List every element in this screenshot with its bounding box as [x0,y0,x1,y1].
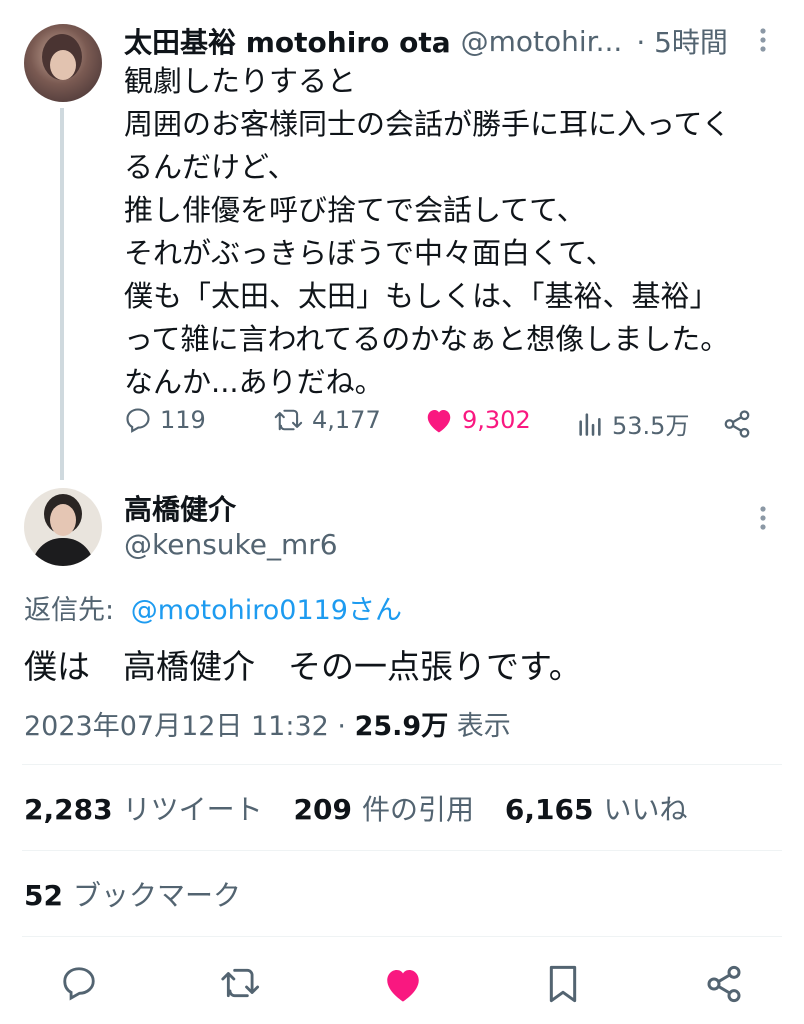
reply-to: 返信先: @motohiro0119さん [24,588,402,627]
views-count: 53.5万 [612,412,690,440]
thread-line [60,108,64,480]
retweets-stat[interactable]: 2,283 リツイート [24,793,263,826]
more-icon[interactable] [756,504,770,534]
avatar-kensuke[interactable] [24,488,102,566]
likes-stat[interactable]: 6,165 いいね [505,793,688,826]
reply-icon [63,967,95,1001]
tweet-meta: 2023年07月12日 11:32 · 25.9万 表示 [24,704,511,743]
reply-button[interactable]: 119 [124,406,206,434]
bookmarks-stat[interactable]: 52 ブックマーク [24,874,241,914]
tweet2-text: 僕は 高橋健介 その一点張りです。 [24,647,582,686]
quotes-stat[interactable]: 209 件の引用 [294,793,474,826]
share-button[interactable] [704,964,744,1008]
views-icon [579,412,601,436]
reply-to-label: 返信先: [24,595,115,626]
like-button[interactable] [382,964,424,1008]
retweet-icon [274,409,303,431]
like-count: 9,302 [462,406,531,434]
more-icon[interactable] [756,26,770,56]
share-icon[interactable] [722,409,752,443]
user-handle[interactable]: @kensuke_mr6 [124,528,338,561]
views-label: 表示 [448,711,511,742]
tweet-time[interactable]: · 5時間 [636,21,728,61]
reply-count: 119 [160,406,206,434]
retweet-count: 4,177 [312,406,381,434]
heart-icon [387,970,419,1002]
avatar-motohiro[interactable] [24,24,102,102]
timestamp[interactable]: 2023年07月12日 11:32 · [24,711,355,742]
reply-button[interactable] [60,964,98,1006]
bookmark-button[interactable] [546,964,580,1008]
views-button[interactable]: 53.5万 [576,406,689,441]
retweet-icon [221,968,260,998]
reply-icon [126,408,150,433]
stats-row: 2,283 リツイート 209 件の引用 6,165 いいね [24,788,687,828]
tweet1-text: 観劇したりすると 周囲のお客様同士の会話が勝手に耳に入ってく るんだけど、 推し… [124,64,731,399]
display-name[interactable]: 太田基裕 motohiro ota [124,21,451,61]
display-name[interactable]: 高橋健介 [124,488,236,528]
user-handle[interactable]: @motohir... [461,25,623,58]
retweet-button[interactable] [220,964,262,1006]
divider [22,936,782,937]
share-icon [707,965,741,1003]
divider [22,764,782,765]
divider [22,850,782,851]
heart-icon [427,410,451,433]
like-button[interactable]: 9,302 [424,406,531,434]
views-num: 25.9万 [354,711,449,742]
tweet1-header: 太田基裕 motohiro ota @motohir... · 5時間 [124,22,764,60]
reply-to-handle[interactable]: @motohiro0119さん [131,595,402,626]
bookmark-icon [549,965,577,1003]
retweet-button[interactable]: 4,177 [274,406,381,434]
